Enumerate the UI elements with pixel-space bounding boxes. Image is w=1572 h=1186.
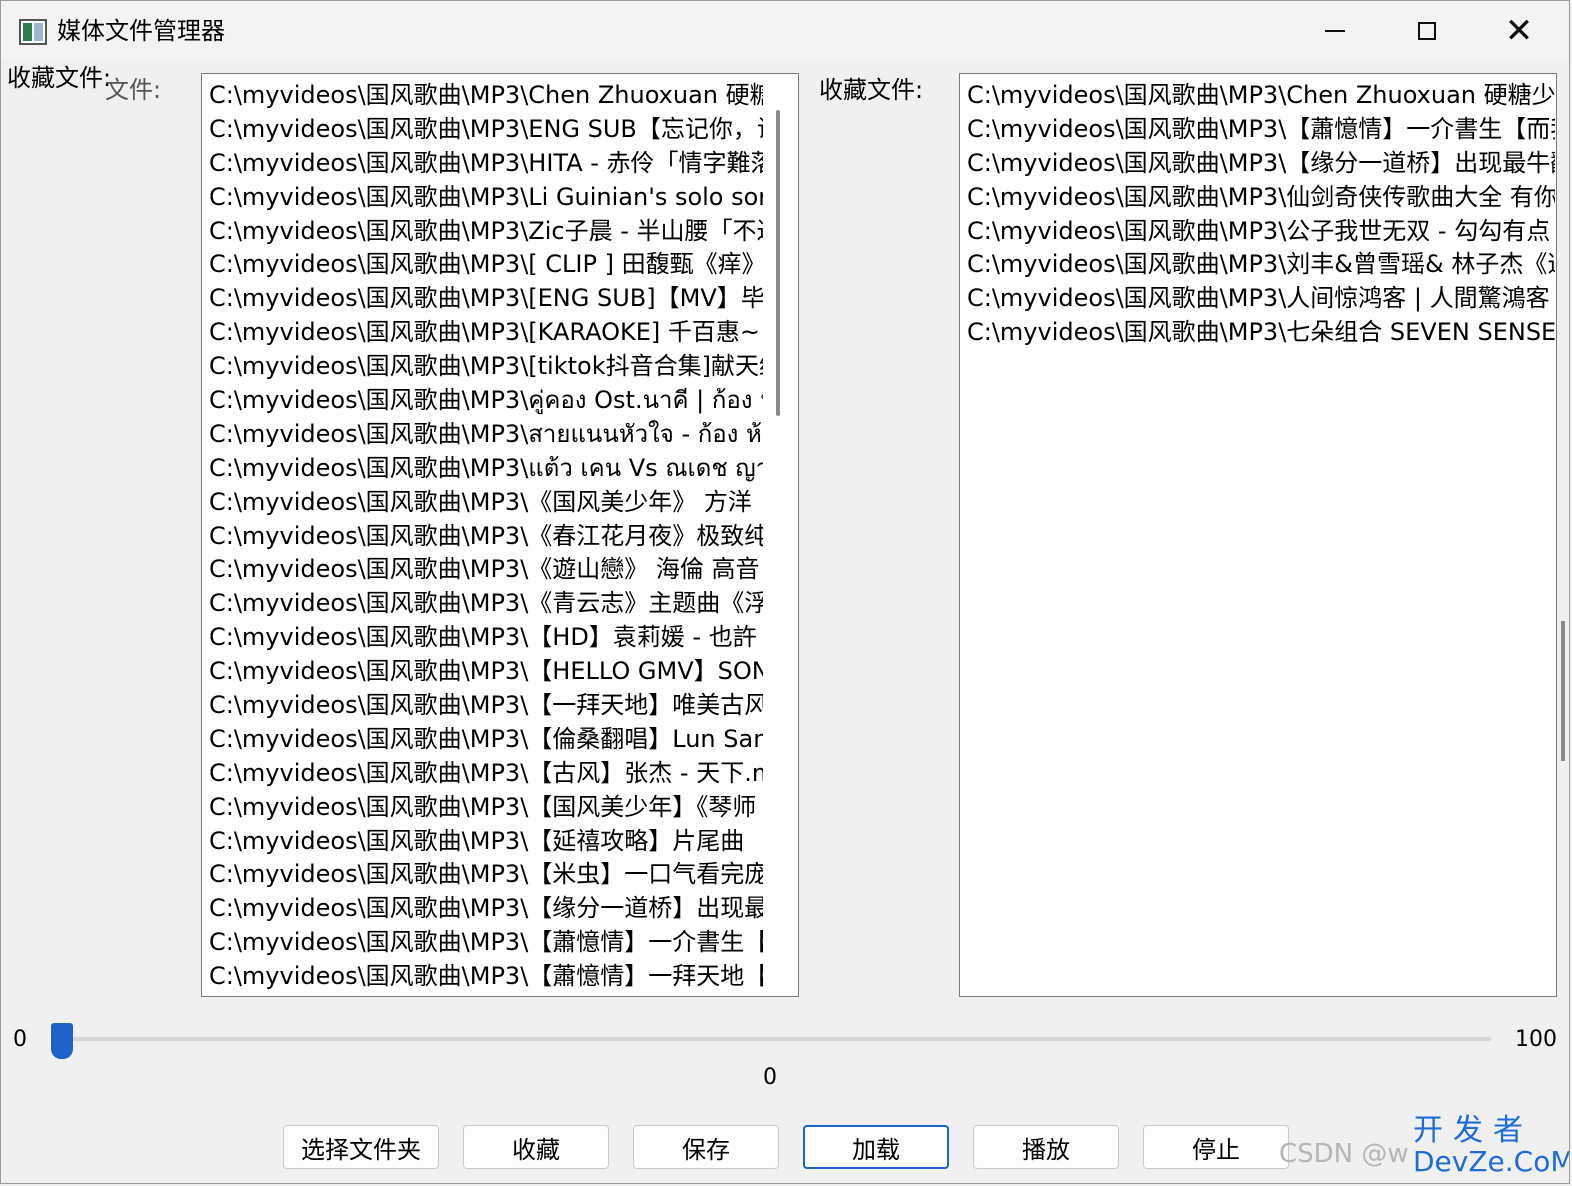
brand-watermark-line1: 开发者 [1413,1113,1533,1148]
favorites-list-item[interactable]: C:\myvideos\国风歌曲\MP3\仙剑奇侠传歌曲大全 有你 [967,180,1555,214]
close-button[interactable]: ✕ [1473,1,1565,61]
progress-slider-handle[interactable] [51,1023,73,1059]
file-list-item[interactable]: C:\myvideos\国风歌曲\MP3\【蕭憶情】一拜天地【 [209,959,763,993]
favorites-list-item[interactable]: C:\myvideos\国风歌曲\MP3\【缘分一道桥】出现最牛翻 [967,146,1555,180]
brand-watermark-line2: DevZe.CoM [1413,1145,1570,1178]
stop-button[interactable]: 停止 [1143,1125,1289,1169]
favorites-list[interactable]: C:\myvideos\国风歌曲\MP3\Chen Zhuoxuan 硬糖少女 C… [959,73,1557,997]
file-list-item[interactable]: C:\myvideos\国风歌曲\MP3\Li Guinian's solo s… [209,180,763,214]
minimize-button[interactable] [1289,1,1381,61]
favorite-button[interactable]: 收藏 [463,1125,609,1169]
file-list-item[interactable]: C:\myvideos\国风歌曲\MP3\แต้ว เคน Vs ณเดช ญา… [209,451,763,485]
file-list-item[interactable]: C:\myvideos\国风歌曲\MP3\【古风】张杰 - 天下.m [209,756,763,790]
file-list-item[interactable]: C:\myvideos\国风歌曲\MP3\【延禧攻略】片尾曲 [209,824,763,858]
file-list-item[interactable]: C:\myvideos\国风歌曲\MP3\《国风美少年》 方洋 [209,485,763,519]
file-list-item[interactable]: C:\myvideos\国风歌曲\MP3\Chen Zhuoxuan 硬糖 [209,78,763,112]
favorites-list-items: C:\myvideos\国风歌曲\MP3\Chen Zhuoxuan 硬糖少女 C… [967,78,1555,349]
window-title: 媒体文件管理器 [57,17,225,45]
close-icon: ✕ [1504,11,1534,51]
csdn-watermark: CSDN @w [1279,1139,1409,1169]
favorites-list-item[interactable]: C:\myvideos\国风歌曲\MP3\Chen Zhuoxuan 硬糖少女 [967,78,1555,112]
file-list-item[interactable]: C:\myvideos\国风歌曲\MP3\[KARAOKE] 千百惠~ [209,315,763,349]
file-list-item[interactable]: C:\myvideos\国风歌曲\MP3\【国风美少年】《琴师 [209,790,763,824]
select-folder-button[interactable]: 选择文件夹 [283,1125,439,1169]
file-list-item[interactable]: C:\myvideos\国风歌曲\MP3\【倫桑翻唱】Lun San [209,722,763,756]
progress-slider-track[interactable] [61,1037,1491,1041]
left-list-label-ghost: 文件: [105,76,162,104]
favorites-list-item[interactable]: C:\myvideos\国风歌曲\MP3\刘丰&曾雪瑶& 林子杰《道 [967,247,1555,281]
file-list-item[interactable]: C:\myvideos\国风歌曲\MP3\คู่คอง Ost.นาคี | ก… [209,383,763,417]
slider-value-label: 0 [763,1065,777,1090]
minimize-icon [1325,30,1345,32]
file-list-item[interactable]: C:\myvideos\国风歌曲\MP3\HITA - 赤伶「情字難落 [209,146,763,180]
title-bar[interactable]: 媒体文件管理器 ✕ [1,1,1569,61]
file-list-item[interactable]: C:\myvideos\国风歌曲\MP3\【HD】袁莉媛 - 也許 [209,620,763,654]
file-list-item[interactable]: C:\myvideos\国风歌曲\MP3\[tiktok抖音合集]献天给 [209,349,763,383]
save-button[interactable]: 保存 [633,1125,779,1169]
file-list-items: C:\myvideos\国风歌曲\MP3\Chen Zhuoxuan 硬糖 C:\… [209,78,763,993]
file-list-item[interactable]: C:\myvideos\国风歌曲\MP3\《遊山戀》 海倫 高音 [209,552,763,586]
file-list-item[interactable]: C:\myvideos\国风歌曲\MP3\【米虫】一口气看完庞 [209,857,763,891]
load-button[interactable]: 加载 [803,1125,949,1169]
favorites-list-item[interactable]: C:\myvideos\国风歌曲\MP3\公子我世无双 - 勾勾有点 [967,214,1555,248]
file-list-item[interactable]: C:\myvideos\国风歌曲\MP3\Zic子晨 - 半山腰「不过 [209,214,763,248]
file-list-item[interactable]: C:\myvideos\国风歌曲\MP3\《青云志》主题曲《浮 [209,586,763,620]
main-window: 媒体文件管理器 ✕ 收藏文件: 文件: 收藏文件: C:\myvideos\国风… [0,0,1570,1184]
file-list-item[interactable]: C:\myvideos\国风歌曲\MP3\ENG SUB【忘记你，说 [209,112,763,146]
file-list-item[interactable]: C:\myvideos\国风歌曲\MP3\【一拜天地】唯美古风 [209,688,763,722]
slider-min-label: 0 [13,1027,27,1052]
file-list-item[interactable]: C:\myvideos\国风歌曲\MP3\[ENG SUB]【MV】毕 [209,281,763,315]
favorites-list-item[interactable]: C:\myvideos\国风歌曲\MP3\人间惊鸿客 | 人間驚鴻客 [967,281,1555,315]
file-list-item[interactable]: C:\myvideos\国风歌曲\MP3\【HELLO GMV】SON [209,654,763,688]
file-list-item[interactable]: C:\myvideos\国风歌曲\MP3\【蕭憶情】一介書生【 [209,925,763,959]
file-list-item[interactable]: C:\myvideos\国风歌曲\MP3\【缘分一道桥】出现最 [209,891,763,925]
left-list-label: 收藏文件: [7,64,112,92]
play-button[interactable]: 播放 [973,1125,1119,1169]
maximize-icon [1418,22,1436,40]
maximize-button[interactable] [1381,1,1473,61]
slider-max-label: 100 [1515,1027,1557,1052]
favorites-list-item[interactable]: C:\myvideos\国风歌曲\MP3\【蕭憶情】一介書生【而我 [967,112,1555,146]
file-list[interactable]: C:\myvideos\国风歌曲\MP3\Chen Zhuoxuan 硬糖 C:\… [201,73,799,997]
file-list-item[interactable]: C:\myvideos\国风歌曲\MP3\สายแนนหัวใจ - ก้อง … [209,417,763,451]
favorites-list-item[interactable]: C:\myvideos\国风歌曲\MP3\七朵组合 SEVEN SENSE [967,315,1555,349]
file-list-item[interactable]: C:\myvideos\国风歌曲\MP3\《春江花月夜》极致纯 [209,519,763,553]
file-list-scrollbar[interactable] [776,110,780,416]
file-list-item[interactable]: C:\myvideos\国风歌曲\MP3\[ CLIP ] 田馥甄《痒》 [209,247,763,281]
brand-watermark: 开发者 DevZe.CoM [1413,1113,1570,1178]
window-scrollbar[interactable] [1561,621,1565,761]
right-list-label: 收藏文件: [819,76,924,104]
app-icon [19,19,47,45]
